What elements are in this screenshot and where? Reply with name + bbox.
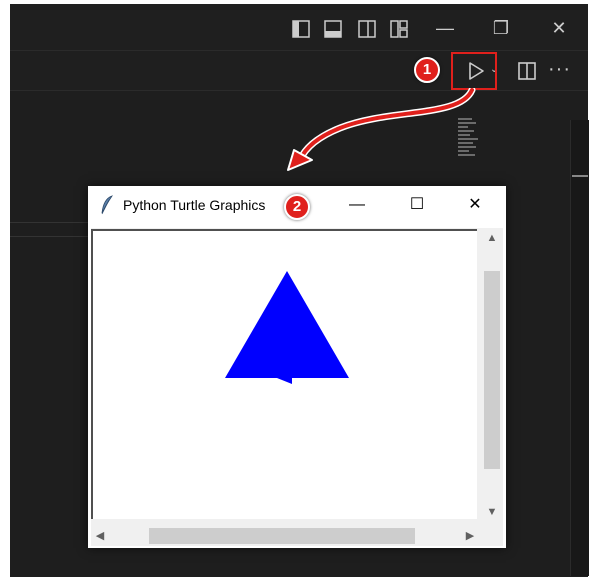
turtle-minimize-button[interactable]: — [342, 194, 372, 216]
turtle-drawing [225, 271, 349, 384]
turtle-vertical-scroll-thumb[interactable] [484, 271, 500, 469]
more-actions-icon[interactable]: ··· [548, 58, 571, 81]
toggle-secondary-sidebar-icon[interactable] [358, 20, 376, 38]
toggle-panel-icon[interactable] [324, 20, 342, 38]
turtle-window: Python Turtle Graphics — ☐ ✕ ▲ ▼ ◀ ▶ [88, 186, 506, 548]
step-2-badge: 2 [284, 194, 310, 220]
panel-divider [10, 222, 90, 223]
step-1-badge: 1 [414, 57, 440, 83]
minimize-button[interactable]: — [430, 16, 460, 40]
turtle-window-title: Python Turtle Graphics [123, 197, 266, 213]
turtle-canvas[interactable] [91, 229, 477, 519]
restore-button[interactable]: ❐ [486, 16, 516, 40]
turtle-close-button[interactable]: ✕ [460, 194, 490, 216]
editor-toolbar [10, 50, 588, 91]
feather-icon [101, 195, 113, 215]
editor-scrollbar-thumb[interactable] [572, 175, 588, 177]
scroll-down-arrow-icon[interactable]: ▼ [484, 504, 500, 520]
blue-triangle [225, 271, 349, 378]
turtle-maximize-button[interactable]: ☐ [402, 194, 432, 216]
scroll-left-arrow-icon[interactable]: ◀ [92, 528, 108, 544]
split-editor-icon[interactable] [517, 61, 537, 81]
customize-layout-icon[interactable] [390, 20, 408, 38]
run-button-highlight [451, 52, 497, 90]
toggle-primary-sidebar-icon[interactable] [292, 20, 310, 38]
annotation-arrow [287, 88, 476, 171]
scroll-right-arrow-icon[interactable]: ▶ [462, 528, 478, 544]
title-bar: — ❐ ✕ [10, 4, 588, 50]
turtle-horizontal-scroll-thumb[interactable] [149, 528, 415, 544]
scroll-up-arrow-icon[interactable]: ▲ [484, 230, 500, 246]
editor-scrollbar[interactable] [570, 120, 589, 576]
close-button[interactable]: ✕ [544, 16, 574, 40]
panel-divider [10, 236, 90, 237]
